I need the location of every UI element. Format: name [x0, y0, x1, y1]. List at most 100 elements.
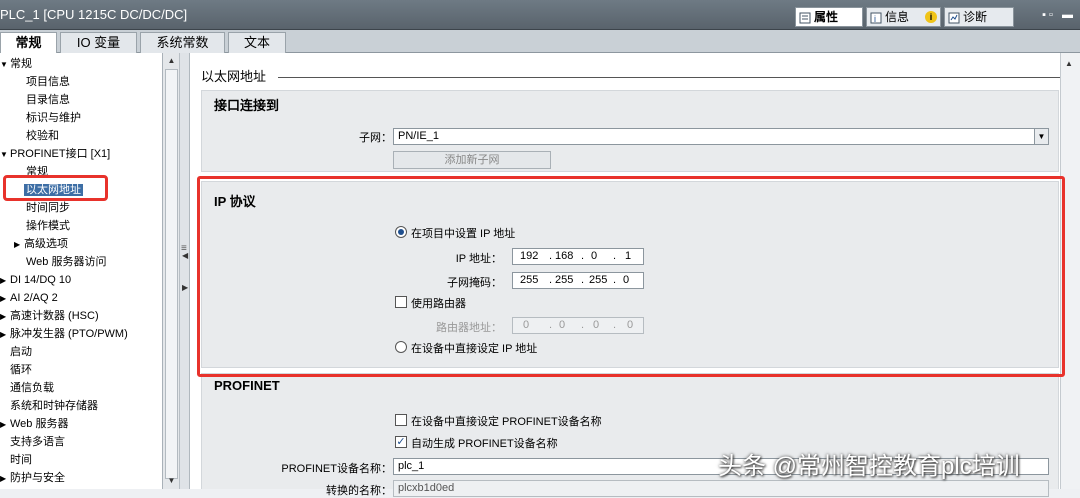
expand-right-icon[interactable]: ▶	[182, 283, 188, 292]
tree-item-startup[interactable]: 启动	[10, 343, 32, 361]
auto-generate-checkbox[interactable]: ✓	[395, 436, 407, 448]
add-subnet-button[interactable]: 添加新子网	[393, 151, 551, 169]
subnet-value: PN/IE_1	[398, 130, 439, 142]
tree-item-web-access[interactable]: Web 服务器访问	[26, 253, 106, 271]
expand-arrow-icon[interactable]: ▼	[0, 146, 10, 164]
tree-item-label: 时间	[10, 454, 32, 466]
tab-info-label: 信息	[885, 10, 910, 24]
tree-item-advanced[interactable]: ▶ 高级选项	[14, 235, 68, 253]
tree-item-di-dq[interactable]: ▶ DI 14/DQ 10	[0, 271, 71, 289]
info-tab-icon: i	[870, 11, 882, 24]
tree-scrollbar[interactable]: ▲ ▼	[163, 53, 180, 489]
tree-item-time[interactable]: 时间	[10, 451, 32, 469]
expand-arrow-icon[interactable]: ▶	[0, 416, 10, 434]
tab-properties[interactable]: 属性	[795, 7, 863, 27]
tree-item-label: Web 服务器	[10, 418, 69, 430]
tree-item-multilanguage[interactable]: 支持多语言	[10, 433, 65, 451]
tree-item-label: 启动	[10, 346, 32, 358]
tree-item-ai-aq[interactable]: ▶ AI 2/AQ 2	[0, 289, 58, 307]
expand-arrow-icon[interactable]: ▶	[0, 272, 10, 290]
scroll-thumb[interactable]	[165, 69, 178, 479]
expand-arrow-icon[interactable]: ▶	[0, 290, 10, 308]
converted-name-label: 转换的名称：	[326, 485, 392, 497]
tree-item-project-info[interactable]: 项目信息	[26, 73, 70, 91]
tree-item-protection[interactable]: ▶ 防护与安全	[0, 469, 65, 487]
scroll-up-icon[interactable]: ▲	[1065, 59, 1073, 68]
tab-texts[interactable]: 文本	[228, 32, 286, 53]
tree-item-label: 项目信息	[26, 76, 70, 88]
tree-item-label: 支持多语言	[10, 436, 65, 448]
section-divider	[278, 77, 1060, 78]
info-badge-icon: i	[925, 11, 937, 23]
tab-properties-label: 属性	[814, 10, 839, 24]
tree-item-label: DI 14/DQ 10	[10, 274, 72, 286]
interface-title: 接口连接到	[214, 98, 280, 113]
properties-icon	[799, 11, 811, 24]
tab-system-constants[interactable]: 系统常数	[140, 32, 225, 53]
tree-item-label: 标识与维护	[26, 112, 81, 124]
tree-item-label: 操作模式	[26, 220, 70, 232]
scroll-down-icon[interactable]: ▼	[164, 474, 179, 488]
tab-general[interactable]: 常规	[0, 32, 57, 54]
scroll-up-icon[interactable]: ▲	[164, 54, 179, 68]
tree-item-label: 常规	[10, 58, 32, 70]
title-bar: PLC_1 [CPU 1215C DC/DC/DC] 属性 i 信息 i 诊断 …	[0, 0, 1080, 30]
tree-item-identification[interactable]: 标识与维护	[26, 109, 81, 127]
svg-text:i: i	[874, 14, 876, 24]
tree-item-time-sync[interactable]: 时间同步	[26, 199, 70, 217]
expand-arrow-icon[interactable]: ▶	[0, 470, 10, 488]
expand-arrow-icon[interactable]: ▶	[0, 326, 10, 344]
tree-item-label: 高级选项	[24, 238, 68, 250]
ip-protocol-highlight-box	[197, 176, 1065, 377]
section-title: 以太网地址	[201, 69, 267, 84]
tree-item-label: 系统和时钟存储器	[10, 400, 98, 412]
expand-arrow-icon[interactable]: ▶	[0, 308, 10, 326]
tree-item-clock-memory[interactable]: 系统和时钟存储器	[10, 397, 98, 415]
tree-item-general[interactable]: ▼ 常规	[0, 55, 32, 73]
tree-item-label: PROFINET接口 [X1]	[10, 148, 111, 160]
tree-item-web-server[interactable]: ▶ Web 服务器	[0, 415, 68, 433]
tab-diagnostics[interactable]: 诊断	[944, 7, 1014, 27]
tree-item-label: 目录信息	[26, 94, 70, 106]
interface-panel: 接口连接到 子网： PN/IE_1 ▼ 添加新子网	[201, 90, 1059, 172]
tree-item-pulse-generator[interactable]: ▶ 脉冲发生器 (PTO/PWM)	[0, 325, 128, 343]
tree-item-checksum[interactable]: 校验和	[26, 127, 59, 145]
tree-item-label: 高速计数器 (HSC)	[10, 310, 99, 322]
tab-diagnostics-label: 诊断	[963, 10, 988, 24]
chevron-down-icon[interactable]: ▼	[1034, 129, 1048, 144]
tab-io-tags[interactable]: IO 变量	[60, 32, 137, 53]
tree-item-label: AI 2/AQ 2	[10, 292, 58, 304]
watermark: 头条 @常州智控教育plc培训	[718, 453, 1020, 480]
tree-item-profinet-interface[interactable]: ▼ PROFINET接口 [X1]	[0, 145, 110, 163]
collapse-left-icon[interactable]: ◀	[182, 251, 188, 260]
navigation-tree: ▼ 常规 项目信息 目录信息 标识与维护 校验和 ▼ PROFINET接口 [X1]…	[0, 53, 163, 489]
tree-item-comm-load[interactable]: 通信负载	[10, 379, 54, 397]
property-tabs: 常规 IO 变量 系统常数 文本	[0, 30, 1080, 54]
window-title: PLC_1 [CPU 1215C DC/DC/DC]	[0, 7, 188, 22]
expand-arrow-icon[interactable]: ▶	[14, 236, 24, 254]
device-name-label: PROFINET设备名称：	[281, 463, 392, 475]
subnet-select[interactable]: PN/IE_1 ▼	[393, 128, 1049, 145]
tree-item-label: 脉冲发生器 (PTO/PWM)	[10, 328, 128, 340]
tree-item-label: Web 服务器访问	[26, 256, 107, 268]
window-controls[interactable]: ▪▫ ▬	[1042, 9, 1076, 21]
direct-name-label[interactable]: 在设备中直接设定 PROFINET设备名称	[411, 413, 602, 429]
tab-info[interactable]: i 信息 i	[866, 7, 941, 27]
tree-item-hsc[interactable]: ▶ 高速计数器 (HSC)	[0, 307, 99, 325]
direct-name-checkbox[interactable]	[395, 414, 407, 426]
tree-item-label: 校验和	[26, 130, 59, 142]
tree-item-operating-mode[interactable]: 操作模式	[26, 217, 70, 235]
tree-item-label: 时间同步	[26, 202, 70, 214]
panel-splitter[interactable]: ≡ ◀ ▶	[180, 53, 190, 489]
tree-item-label: 循环	[10, 364, 32, 376]
tree-highlight-box	[3, 175, 108, 201]
auto-generate-label[interactable]: 自动生成 PROFINET设备名称	[411, 435, 558, 451]
tree-item-label: 防护与安全	[10, 472, 65, 484]
tree-item-cycle[interactable]: 循环	[10, 361, 32, 379]
diagnostics-icon	[948, 11, 960, 24]
tree-item-catalog-info[interactable]: 目录信息	[26, 91, 70, 109]
subnet-label: 子网：	[359, 132, 392, 144]
tree-item-label: 通信负载	[10, 382, 54, 394]
profinet-title: PROFINET	[214, 378, 280, 393]
expand-arrow-icon[interactable]: ▼	[0, 56, 10, 74]
